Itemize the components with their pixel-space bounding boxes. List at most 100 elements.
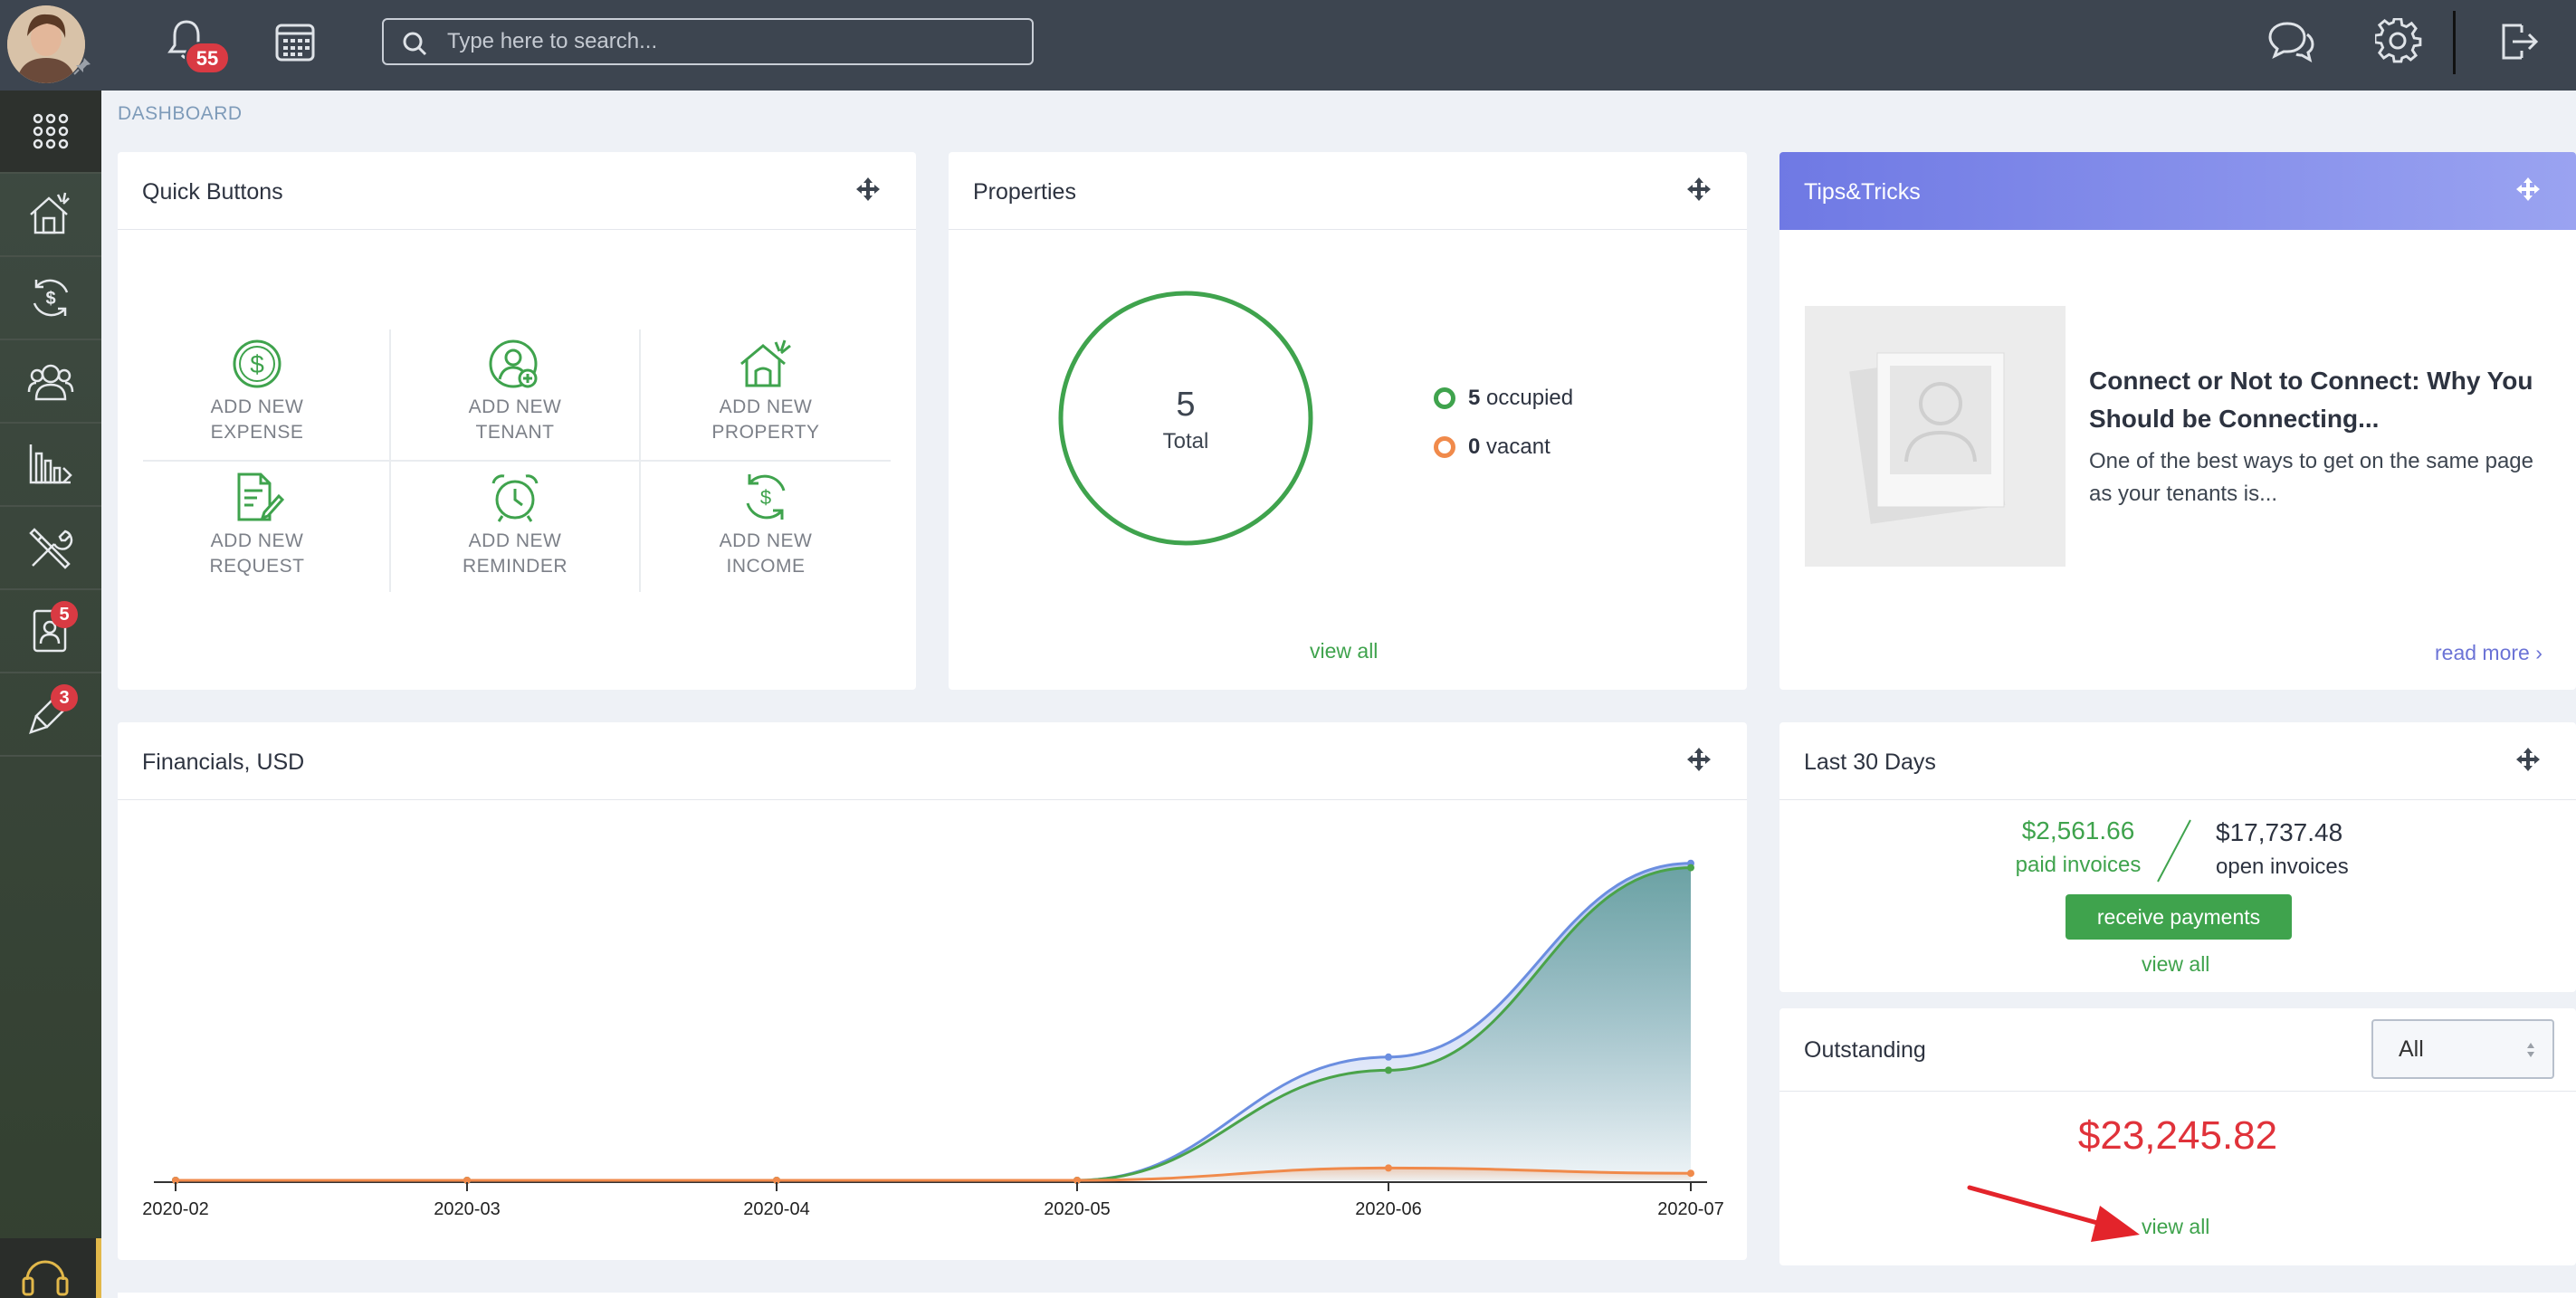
series-green-point[interactable] [1385, 1066, 1392, 1074]
card-title: Quick Buttons [142, 179, 283, 205]
outstanding-filter-value: All [2399, 1036, 2424, 1062]
chat-icon[interactable] [2267, 20, 2314, 63]
search-input[interactable] [447, 20, 1026, 63]
add-income-button[interactable]: $ ADD NEW INCOME [641, 471, 891, 579]
bar-chart-icon [29, 444, 72, 484]
move-handle-icon[interactable] [2514, 176, 2542, 203]
last30-view-all-link[interactable]: view all [2142, 952, 2209, 977]
series-orange-point[interactable] [1687, 1169, 1694, 1178]
card-header: Properties [949, 152, 1747, 230]
money-cycle-icon: $ [33, 279, 69, 317]
add-expense-line2: EXPENSE [210, 422, 304, 443]
divider [143, 460, 891, 462]
notifications-count-badge: 55 [185, 42, 230, 74]
sidebar-item-tools[interactable]: 3 [0, 673, 101, 757]
move-handle-icon[interactable] [2514, 746, 2542, 773]
properties-card: Properties 5 Total 5 occupied 0 vacant v… [949, 152, 1747, 690]
x-tick-label: 2020-06 [1355, 1199, 1421, 1219]
top-bar: 55 [0, 0, 2576, 91]
house-icon [740, 339, 791, 387]
add-tenant-button[interactable]: ADD NEW TENANT [390, 339, 640, 445]
add-property-line2: PROPERTY [711, 422, 820, 443]
users-icon [27, 364, 74, 401]
tip-thumbnail[interactable] [1805, 306, 2066, 567]
properties-total: 5 [1176, 386, 1196, 424]
vacant-label: vacant [1486, 434, 1550, 459]
search-box[interactable] [382, 18, 1034, 65]
tip-body: One of the best ways to get on the same … [2089, 449, 2533, 506]
add-reminder-button[interactable]: ADD NEW REMINDER [390, 471, 640, 579]
outstanding-filter-select[interactable]: All [2371, 1019, 2554, 1079]
topbar-divider [2453, 11, 2456, 74]
series-blue-point[interactable] [1385, 1053, 1392, 1061]
add-reminder-line2: REMINDER [462, 556, 568, 577]
occupied-legend: 5 occupied [1434, 386, 1573, 411]
sidebar-item-tenants[interactable] [0, 340, 101, 424]
add-income-line2: INCOME [726, 556, 806, 577]
card-title: Financials, USD [142, 749, 305, 775]
properties-view-all-link[interactable]: view all [1310, 639, 1378, 663]
sidebar-item-dashboard[interactable] [0, 91, 101, 174]
sidebar-item-reports[interactable] [0, 424, 101, 507]
series-green-point[interactable] [1687, 864, 1694, 872]
house-icon [30, 192, 70, 234]
series-orange-point[interactable] [1385, 1164, 1392, 1172]
vacant-dot-icon [1434, 436, 1455, 458]
tips-card: Tips&Tricks Connect or Not to Connect: W… [1779, 152, 2576, 690]
properties-total-label: Total [1162, 429, 1209, 453]
read-more-link[interactable]: read more › [2435, 641, 2543, 665]
svg-text:$: $ [250, 350, 264, 378]
sidebar-item-requests[interactable]: 5 [0, 590, 101, 673]
calendar-icon[interactable] [273, 20, 317, 63]
move-handle-icon[interactable] [1685, 176, 1713, 203]
open-invoices-amount: $17,737.48 [2216, 818, 2343, 846]
tip-headline[interactable]: Connect or Not to Connect: Why You Shoul… [2089, 362, 2560, 438]
card-title: Properties [973, 179, 1076, 205]
outstanding-view-all-link[interactable]: view all [2142, 1215, 2209, 1239]
next-row-card-edge [118, 1293, 2576, 1298]
x-tick-label: 2020-03 [434, 1199, 500, 1219]
add-expense-button[interactable]: $ ADD NEW EXPENSE [132, 339, 382, 445]
sidebar-item-properties[interactable] [0, 174, 101, 257]
move-handle-icon[interactable] [1685, 746, 1713, 773]
x-tick-label: 2020-04 [743, 1199, 809, 1219]
pin-icon[interactable] [72, 56, 92, 76]
x-tick-label: 2020-07 [1657, 1199, 1723, 1219]
sidebar: $ 5 3 [0, 91, 101, 1298]
add-property-button[interactable]: ADD NEW PROPERTY [641, 339, 891, 445]
vacant-legend: 0 vacant [1434, 434, 1550, 460]
svg-text:$: $ [45, 289, 55, 309]
financials-chart: 2020-02 2020-03 2020-04 2020-05 2020-06 2020-… [142, 859, 1724, 1219]
logout-icon[interactable] [2496, 20, 2540, 63]
occupied-dot-icon [1434, 387, 1455, 409]
x-tick-label: 2020-02 [142, 1199, 208, 1219]
breadcrumb[interactable]: DASHBOARD [118, 103, 243, 125]
add-reminder-line1: ADD NEW [468, 530, 562, 551]
receive-payments-button[interactable]: receive payments [2066, 894, 2292, 940]
sidebar-item-maintenance[interactable] [0, 507, 101, 590]
add-income-line1: ADD NEW [719, 530, 813, 551]
tools-count-badge: 3 [51, 684, 78, 711]
card-header: Last 30 Days [1779, 722, 2576, 800]
card-title: Last 30 Days [1804, 749, 1936, 775]
svg-text:$: $ [760, 486, 771, 509]
support-headset-icon[interactable] [0, 1238, 101, 1298]
add-request-button[interactable]: ADD NEW REQUEST [132, 471, 382, 579]
select-arrows-icon [2527, 1043, 2534, 1057]
add-tenant-line1: ADD NEW [468, 396, 562, 417]
move-handle-icon[interactable] [854, 176, 882, 203]
card-title: Outstanding [1804, 1037, 1926, 1063]
card-header: Quick Buttons [118, 152, 916, 230]
settings-gear-icon[interactable] [2375, 18, 2422, 65]
apps-grid-icon [33, 113, 69, 149]
requests-count-badge: 5 [51, 601, 78, 628]
sidebar-item-finance[interactable]: $ [0, 257, 101, 340]
add-expense-line1: ADD NEW [210, 396, 304, 417]
money-cycle-icon: $ [746, 474, 786, 520]
add-property-line1: ADD NEW [719, 396, 813, 417]
slash-divider [2157, 819, 2191, 883]
financials-card: Financials, USD 2020-02 2020-03 2020-04 202… [118, 722, 1747, 1260]
card-header: Tips&Tricks [1779, 152, 2576, 230]
dollar-circle-icon: $ [233, 339, 281, 388]
tools-icon [29, 528, 73, 569]
